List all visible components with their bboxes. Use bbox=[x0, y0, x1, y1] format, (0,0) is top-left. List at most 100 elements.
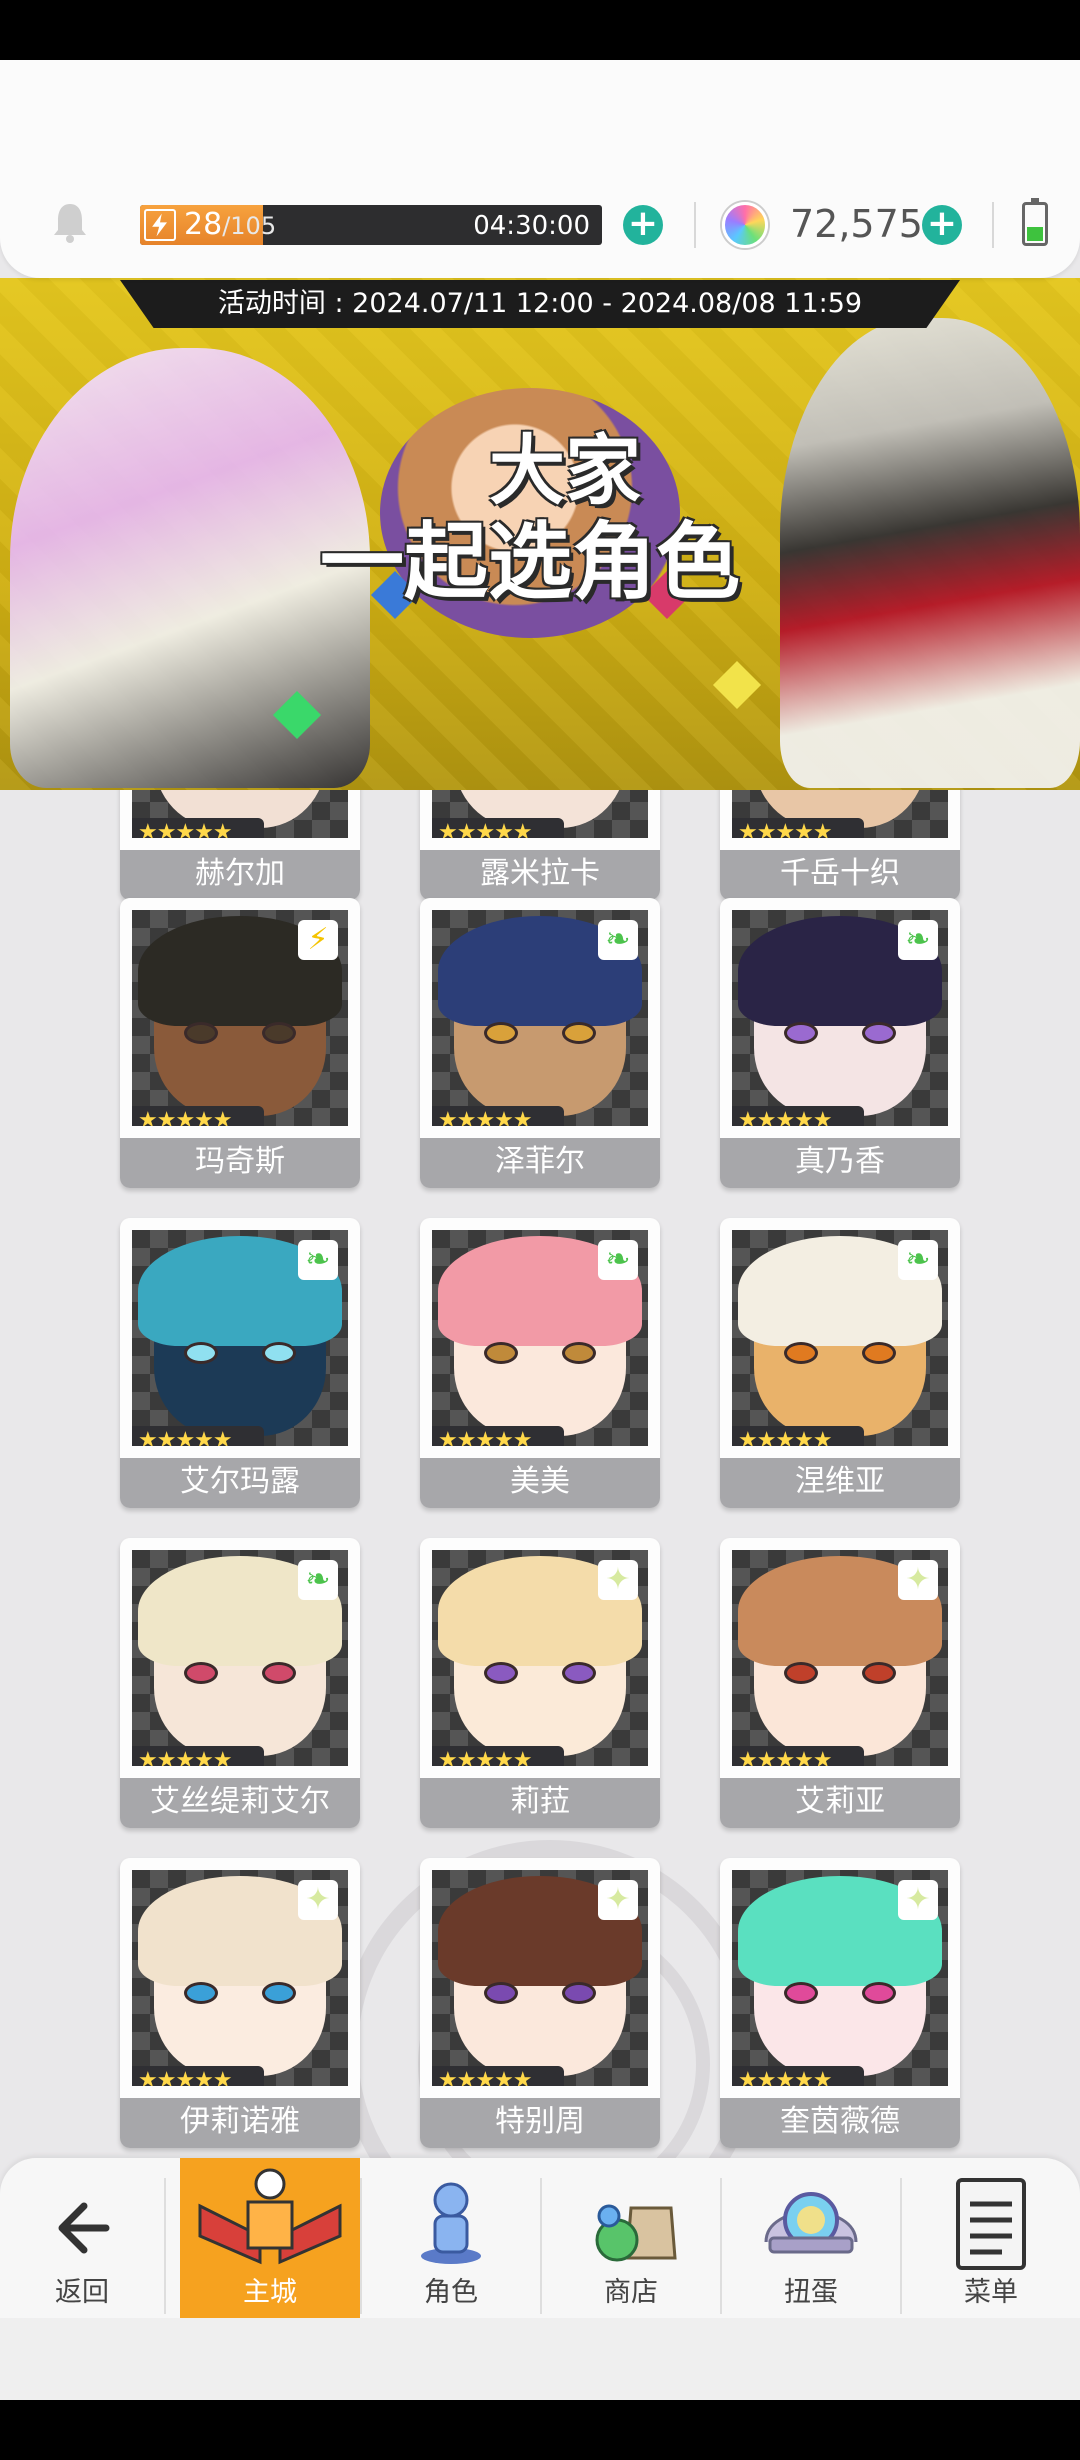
rarity-stars: ★★★★★ bbox=[432, 1426, 564, 1446]
bolt-element-icon: ⚡ bbox=[298, 920, 338, 960]
rarity-stars: ★★★★★ bbox=[432, 1746, 564, 1766]
rarity-stars: ★★★★★ bbox=[432, 2066, 564, 2086]
character-name: 赫尔加 bbox=[120, 850, 360, 900]
event-banner[interactable]: 活动时间 : 2024.07/11 12:00 - 2024.08/08 11:… bbox=[0, 278, 1080, 790]
character-eye bbox=[484, 1022, 518, 1044]
character-portrait: ✦ ★★★★★ bbox=[732, 1550, 948, 1766]
character-card[interactable]: ✦ ★★★★★ 艾莉亚 bbox=[720, 1538, 960, 1828]
character-card[interactable]: ❧ ★★★★★ 美美 bbox=[420, 1218, 660, 1508]
gacha-orb-icon bbox=[764, 2192, 858, 2254]
sparkle-element-icon: ✦ bbox=[898, 1560, 938, 1600]
character-portrait: ❧ ★★★★★ bbox=[132, 1550, 348, 1766]
rarity-stars: ★★★★★ bbox=[732, 2066, 864, 2086]
banner-title: 大家 一起选角色 bbox=[290, 426, 810, 611]
character-card[interactable]: ✦ ★★★★★ 伊莉诺雅 bbox=[120, 1858, 360, 2148]
character-eye bbox=[262, 1982, 296, 2004]
rarity-stars: ★★★★★ bbox=[432, 1106, 564, 1126]
sparkle-element-icon: ✦ bbox=[598, 1880, 638, 1920]
stamina-max: 105 bbox=[230, 212, 277, 240]
menu-list-icon bbox=[956, 2178, 1026, 2270]
shop-bag-icon bbox=[595, 2204, 677, 2262]
character-eye bbox=[562, 1022, 596, 1044]
character-eye bbox=[262, 1022, 296, 1044]
nav-gacha-button[interactable]: 扭蛋 bbox=[722, 2158, 900, 2318]
character-portrait: ❧ ★★★★★ bbox=[732, 1230, 948, 1446]
character-eye bbox=[784, 1342, 818, 1364]
character-eye bbox=[184, 1982, 218, 2004]
event-period-bar: 活动时间 : 2024.07/11 12:00 - 2024.08/08 11:… bbox=[120, 280, 960, 328]
character-eye bbox=[784, 1022, 818, 1044]
character-card[interactable]: ❧ ★★★★★ 真乃香 bbox=[720, 898, 960, 1188]
character-name: 玛奇斯 bbox=[120, 1138, 360, 1188]
character-card[interactable]: ⚡ ★★★★★ 玛奇斯 bbox=[120, 898, 360, 1188]
rarity-stars: ★★★★★ bbox=[132, 1106, 264, 1126]
rarity-stars: ★★★★★ bbox=[132, 2066, 264, 2086]
add-gems-button[interactable]: + bbox=[922, 205, 962, 245]
character-eye bbox=[184, 1022, 218, 1044]
character-eye bbox=[784, 1982, 818, 2004]
character-name: 露米拉卡 bbox=[420, 850, 660, 900]
add-stamina-button[interactable]: + bbox=[623, 205, 663, 245]
character-eye bbox=[562, 1342, 596, 1364]
stamina-bar: 28/105 04:30:00 bbox=[140, 205, 602, 245]
nav-characters-button[interactable]: 角色 bbox=[362, 2158, 540, 2318]
gem-count: 72,575 bbox=[790, 202, 923, 246]
character-portrait: ❧ ★★★★★ bbox=[132, 1230, 348, 1446]
character-portrait: ❧ ★★★★★ bbox=[432, 1230, 648, 1446]
bottom-navigation: 返回 主城 角色 商店 扭蛋 菜单 bbox=[0, 2158, 1080, 2400]
rarity-stars: ★★★★★ bbox=[132, 818, 264, 838]
sparkle-element-icon: ✦ bbox=[598, 1560, 638, 1600]
stamina-current: 28 bbox=[184, 207, 223, 242]
sparkle-element-icon: ✦ bbox=[298, 1880, 338, 1920]
divider bbox=[992, 202, 994, 248]
nav-menu-button[interactable]: 菜单 bbox=[902, 2158, 1080, 2318]
character-card[interactable]: ✦ ★★★★★ 莉菈 bbox=[420, 1538, 660, 1828]
nav-gacha-label: 扭蛋 bbox=[784, 2277, 838, 2308]
nav-back-button[interactable]: 返回 bbox=[0, 2158, 164, 2318]
character-eye bbox=[784, 1662, 818, 1684]
nav-footer bbox=[0, 2318, 1080, 2400]
leaf-element-icon: ❧ bbox=[898, 1240, 938, 1280]
nav-shop-button[interactable]: 商店 bbox=[542, 2158, 720, 2318]
character-card[interactable]: ❧ ★★★★★ 涅维亚 bbox=[720, 1218, 960, 1508]
character-eye bbox=[184, 1662, 218, 1684]
rarity-stars: ★★★★★ bbox=[732, 818, 864, 838]
rarity-stars: ★★★★★ bbox=[132, 1426, 264, 1446]
nav-home-label: 主城 bbox=[243, 2277, 297, 2308]
character-card[interactable]: ✦ ★★★★★ 特别周 bbox=[420, 1858, 660, 2148]
rarity-stars: ★★★★★ bbox=[732, 1106, 864, 1126]
character-eye bbox=[862, 1982, 896, 2004]
character-eye bbox=[862, 1022, 896, 1044]
event-period-text: 活动时间 : 2024.07/11 12:00 - 2024.08/08 11:… bbox=[217, 288, 863, 319]
rarity-stars: ★★★★★ bbox=[732, 1426, 864, 1446]
rarity-stars: ★★★★★ bbox=[132, 1746, 264, 1766]
character-name: 涅维亚 bbox=[720, 1458, 960, 1508]
character-portrait: ✦ ★★★★★ bbox=[432, 1870, 648, 2086]
character-name: 艾莉亚 bbox=[720, 1778, 960, 1828]
character-portrait: ✦ ★★★★★ bbox=[432, 1550, 648, 1766]
banner-title-line1: 大家 bbox=[489, 426, 641, 515]
character-name: 奎茵薇德 bbox=[720, 2098, 960, 2148]
character-eye bbox=[484, 1662, 518, 1684]
game-screen: 28/105 04:30:00 + 72,575 + 活动时间 : 2024.0… bbox=[0, 60, 1080, 2400]
character-portrait: ❧ ★★★★★ bbox=[732, 910, 948, 1126]
character-portrait: ⚡ ★★★★★ bbox=[132, 910, 348, 1126]
bell-icon[interactable] bbox=[50, 200, 90, 244]
character-eye bbox=[484, 1342, 518, 1364]
character-card[interactable]: ❧ ★★★★★ 艾尔玛露 bbox=[120, 1218, 360, 1508]
character-name: 千岳十织 bbox=[720, 850, 960, 900]
rarity-stars: ★★★★★ bbox=[432, 818, 564, 838]
character-portrait: ✦ ★★★★★ bbox=[132, 1870, 348, 2086]
leaf-element-icon: ❧ bbox=[298, 1240, 338, 1280]
banner-title-line2: 一起选角色 bbox=[319, 513, 740, 611]
nav-menu-label: 菜单 bbox=[964, 2277, 1018, 2308]
stamina-value: 28/105 bbox=[184, 207, 277, 242]
character-card[interactable]: ❧ ★★★★★ 艾丝缇莉艾尔 bbox=[120, 1538, 360, 1828]
character-eye bbox=[184, 1342, 218, 1364]
character-name: 真乃香 bbox=[720, 1138, 960, 1188]
arrow-left-icon bbox=[58, 2202, 110, 2254]
character-card[interactable]: ❧ ★★★★★ 泽菲尔 bbox=[420, 898, 660, 1188]
character-card[interactable]: ✦ ★★★★★ 奎茵薇德 bbox=[720, 1858, 960, 2148]
nav-home-button[interactable]: 主城 bbox=[180, 2158, 360, 2318]
sparkle-element-icon: ✦ bbox=[898, 1880, 938, 1920]
